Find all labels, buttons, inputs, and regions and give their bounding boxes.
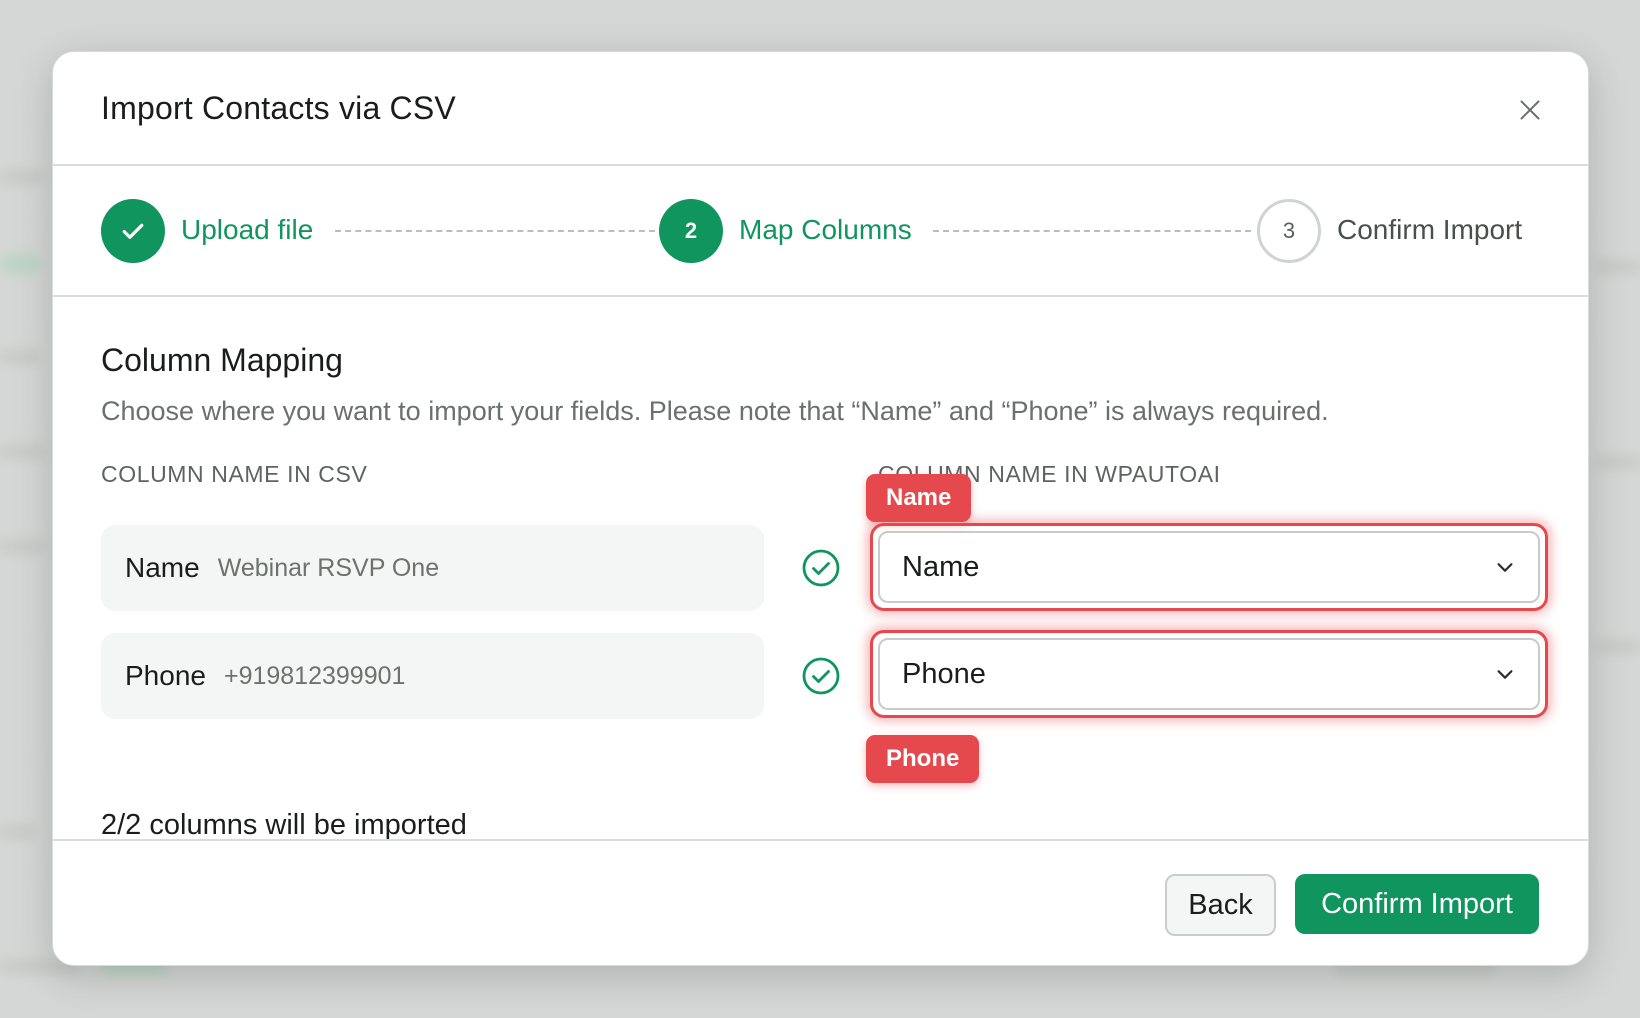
mapped-check-circle-icon — [802, 657, 840, 695]
import-summary: 2/2 columns will be imported — [101, 809, 467, 841]
error-tag: Name — [866, 474, 972, 522]
import-dialog: Import Contacts via CSV Upload file 2 Ma… — [52, 51, 1589, 966]
mapped-check-circle-icon — [802, 549, 840, 587]
step-2-label: Map Columns — [739, 214, 912, 245]
section-title: Column Mapping — [101, 342, 343, 378]
section-description: Choose where you want to import your fie… — [101, 396, 1329, 426]
back-button[interactable]: Back — [1165, 874, 1276, 936]
confirm-import-button[interactable]: Confirm Import — [1295, 874, 1539, 934]
target-column-select-error: Phone — [870, 630, 1548, 718]
close-icon[interactable] — [1516, 96, 1544, 124]
dialog-title: Import Contacts via CSV — [101, 90, 456, 126]
target-column-select[interactable]: Phone — [878, 638, 1540, 710]
step-3-label: Confirm Import — [1337, 214, 1523, 245]
csv-column-row: Name Webinar RSVP One — [101, 525, 764, 611]
import-stepper: Upload file 2 Map Columns 3 Confirm Impo… — [53, 166, 1588, 297]
step-2-number: 2 — [659, 199, 723, 263]
step-1-completed-check-icon — [101, 199, 165, 263]
csv-column-name: Name — [125, 552, 200, 583]
dialog-header: Import Contacts via CSV — [53, 52, 1588, 166]
target-column-select[interactable]: Name — [878, 531, 1540, 603]
csv-column-header: COLUMN NAME IN CSV — [101, 461, 368, 487]
select-value: Phone — [902, 657, 986, 690]
csv-sample-value: +919812399901 — [223, 661, 406, 690]
csv-sample-value: Webinar RSVP One — [217, 553, 440, 582]
csv-column-row: Phone +919812399901 — [101, 633, 764, 719]
chevron-down-icon — [1497, 670, 1513, 679]
chevron-down-icon — [1497, 563, 1513, 572]
csv-column-name: Phone — [125, 660, 206, 691]
target-column-select-error: Name — [870, 523, 1548, 611]
select-value: Name — [902, 550, 980, 583]
dialog-footer: Back Confirm Import — [53, 839, 1588, 965]
step-connector — [335, 230, 655, 232]
step-3-number: 3 — [1257, 199, 1321, 263]
step-1-label: Upload file — [181, 214, 314, 245]
error-tag: Phone — [866, 735, 980, 783]
step-connector — [933, 230, 1251, 232]
column-mapping-section: Column Mapping Choose where you want to … — [53, 299, 1588, 841]
